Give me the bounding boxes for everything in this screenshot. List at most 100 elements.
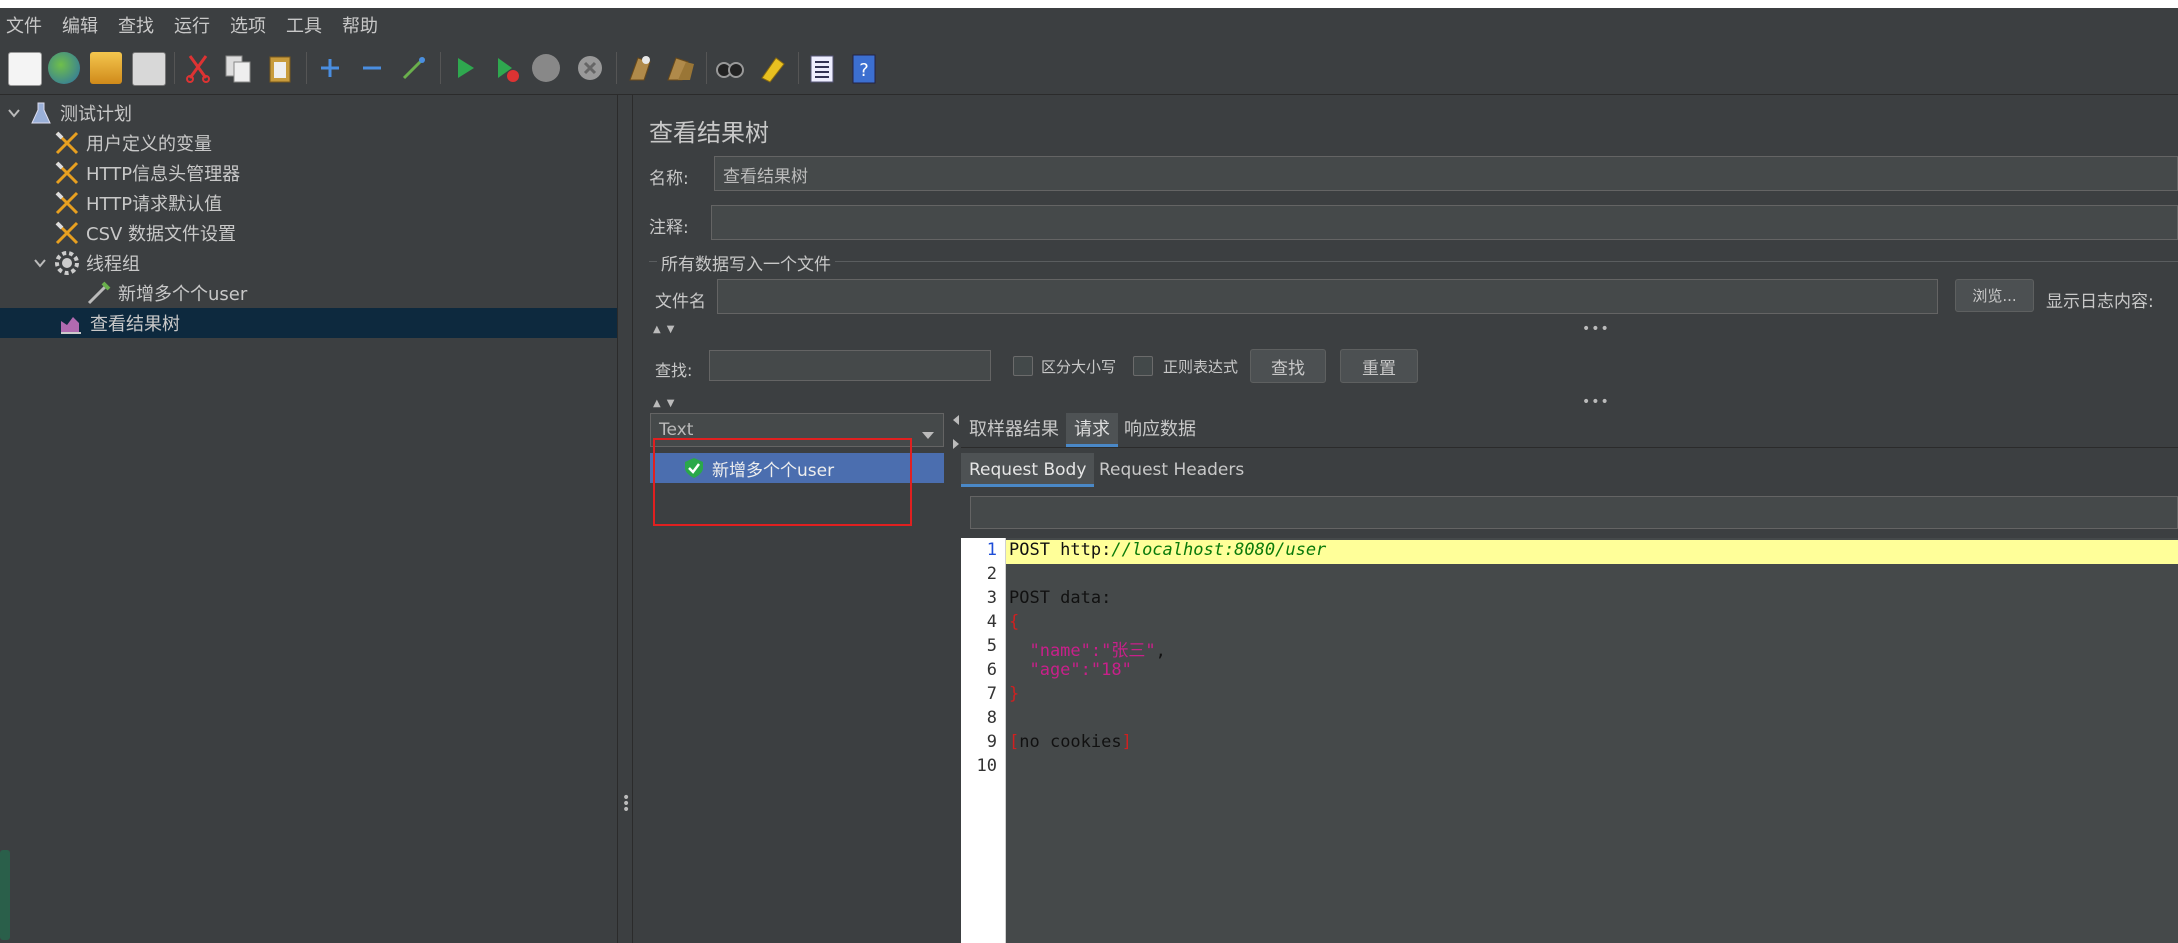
save-icon[interactable] bbox=[132, 52, 166, 86]
tab-response-data[interactable]: 响应数据 bbox=[1116, 413, 1204, 447]
name-label: 名称: bbox=[649, 169, 689, 189]
clear-icon[interactable] bbox=[624, 52, 656, 84]
code-line-7: } bbox=[1009, 684, 1020, 704]
tree-item-user-variables[interactable]: 用户定义的变量 bbox=[0, 128, 617, 158]
json-key: "age": bbox=[1009, 660, 1091, 680]
tree-item-label: HTTP信息头管理器 bbox=[86, 164, 241, 185]
tree-item-label: CSV 数据文件设置 bbox=[86, 224, 237, 245]
tree-item-http-sampler[interactable]: 新增多个个user bbox=[0, 278, 617, 308]
stop-icon[interactable] bbox=[530, 52, 562, 84]
help-icon[interactable]: ? bbox=[848, 52, 880, 84]
page-title: 查看结果树 bbox=[649, 119, 769, 147]
splitter-handle[interactable]: • • • bbox=[622, 791, 630, 817]
menu-edit[interactable]: 编辑 bbox=[56, 12, 112, 38]
tree-item-test-plan[interactable]: 测试计划 bbox=[0, 98, 617, 128]
line-number: 10 bbox=[976, 756, 997, 776]
list-splitter-arrows[interactable] bbox=[951, 413, 961, 453]
menu-run[interactable]: 运行 bbox=[168, 12, 224, 38]
code-line-6: "age":"18" bbox=[1009, 660, 1132, 680]
reset-search-icon[interactable] bbox=[756, 52, 788, 84]
tree-item-request-defaults[interactable]: HTTP请求默认值 bbox=[0, 188, 617, 218]
renderer-select-value: Text bbox=[659, 420, 694, 440]
menu-file[interactable]: 文件 bbox=[0, 12, 56, 38]
find-button[interactable]: 查找 bbox=[1250, 349, 1326, 383]
tree-item-csv-config[interactable]: CSV 数据文件设置 bbox=[0, 218, 617, 248]
panel-splitter[interactable]: • • • bbox=[618, 95, 633, 943]
regex-checkbox[interactable] bbox=[1133, 356, 1153, 376]
menu-bar: 文件 编辑 查找 运行 选项 工具 帮助 bbox=[0, 8, 2178, 42]
line-number: 5 bbox=[986, 636, 997, 656]
subtab-request-body[interactable]: Request Body bbox=[961, 453, 1095, 487]
request-search-field[interactable] bbox=[970, 496, 2178, 529]
name-field[interactable]: 查看结果树 bbox=[714, 156, 2178, 191]
menu-tools[interactable]: 工具 bbox=[280, 12, 336, 38]
tab-request[interactable]: 请求 bbox=[1066, 413, 1118, 447]
start-icon[interactable] bbox=[448, 52, 480, 84]
bracket-close: ] bbox=[1121, 732, 1132, 752]
tree-item-header-manager[interactable]: HTTP信息头管理器 bbox=[0, 158, 617, 188]
wrench-icon bbox=[54, 160, 80, 186]
menu-help[interactable]: 帮助 bbox=[336, 12, 392, 38]
menu-options[interactable]: 选项 bbox=[224, 12, 280, 38]
line-number: 1 bbox=[986, 540, 997, 560]
tree-item-thread-group[interactable]: 线程组 bbox=[0, 248, 617, 278]
case-sensitive-checkbox[interactable] bbox=[1013, 356, 1033, 376]
cut-icon[interactable] bbox=[182, 52, 214, 84]
filename-label: 文件名 bbox=[655, 292, 706, 312]
reset-button[interactable]: 重置 bbox=[1340, 349, 1418, 383]
toolbar: ? bbox=[0, 42, 2178, 95]
divider-dots[interactable]: ••• bbox=[1582, 321, 1610, 337]
filename-field[interactable] bbox=[717, 279, 1938, 314]
wrench-icon bbox=[54, 130, 80, 156]
subtab-request-headers[interactable]: Request Headers bbox=[1091, 453, 1252, 487]
browse-button[interactable]: 浏览... bbox=[1955, 279, 2034, 312]
clear-all-icon[interactable] bbox=[664, 52, 696, 84]
flask-icon bbox=[28, 100, 54, 126]
code-line-9: [no cookies] bbox=[1009, 732, 1132, 752]
search-icon[interactable] bbox=[714, 52, 746, 84]
test-plan-tree: 测试计划 用户定义的变量 HTTP信息头管理器 HTTP请求默认值 CSV 数据… bbox=[0, 95, 618, 943]
copy-icon[interactable] bbox=[222, 52, 254, 84]
menu-search[interactable]: 查找 bbox=[112, 12, 168, 38]
paste-icon[interactable] bbox=[264, 52, 296, 84]
gear-icon bbox=[54, 250, 80, 276]
toggle-icon[interactable] bbox=[398, 52, 430, 84]
line-number: 3 bbox=[986, 588, 997, 608]
tree-item-label: 新增多个个user bbox=[118, 284, 248, 305]
chevron-down-icon[interactable] bbox=[30, 253, 50, 273]
function-helper-icon[interactable] bbox=[806, 52, 838, 84]
success-shield-icon bbox=[684, 457, 704, 479]
open-icon[interactable] bbox=[90, 52, 122, 84]
toolbar-separator bbox=[616, 52, 617, 84]
divider-dots[interactable]: ••• bbox=[1582, 394, 1610, 410]
svg-text:?: ? bbox=[859, 60, 869, 81]
start-no-pause-icon[interactable] bbox=[490, 52, 522, 84]
toolbar-separator bbox=[798, 52, 799, 84]
tree-item-view-results-tree[interactable]: 查看结果树 bbox=[0, 308, 617, 338]
json-value: "18" bbox=[1090, 660, 1132, 680]
sample-result-item[interactable]: 新增多个个user bbox=[650, 453, 944, 483]
code-line-1: POST http://localhost:8080/user bbox=[1009, 540, 1326, 560]
expand-icon[interactable] bbox=[314, 52, 346, 84]
request-body-editor[interactable]: 1 2 3 4 5 6 7 8 9 10 POST http://localho… bbox=[961, 538, 2178, 943]
comment-field[interactable] bbox=[711, 205, 2178, 240]
tab-sampler-result[interactable]: 取样器结果 bbox=[961, 413, 1067, 447]
code-line-3: POST data: bbox=[1009, 588, 1112, 608]
case-sensitive-label: 区分大小写 bbox=[1041, 358, 1117, 376]
search-field[interactable] bbox=[709, 350, 991, 381]
renderer-select[interactable]: Text bbox=[650, 413, 944, 447]
collapse-icon[interactable] bbox=[356, 52, 388, 84]
memory-indicator bbox=[0, 850, 10, 940]
section-border bbox=[649, 261, 2178, 262]
chevron-down-icon[interactable] bbox=[4, 103, 24, 123]
request-url: //localhost:8080/user bbox=[1111, 540, 1327, 560]
detail-tabs: 取样器结果 请求 响应数据 bbox=[961, 413, 2178, 448]
divider-arrows[interactable]: ▲▼ bbox=[653, 324, 680, 335]
tree-item-label: 线程组 bbox=[86, 254, 140, 275]
divider-arrows[interactable]: ▲▼ bbox=[653, 398, 680, 409]
shutdown-icon[interactable] bbox=[574, 52, 606, 84]
toolbar-separator bbox=[706, 52, 707, 84]
search-label: 查找: bbox=[655, 361, 693, 380]
templates-icon[interactable] bbox=[48, 52, 80, 84]
new-plan-icon[interactable] bbox=[8, 52, 42, 86]
